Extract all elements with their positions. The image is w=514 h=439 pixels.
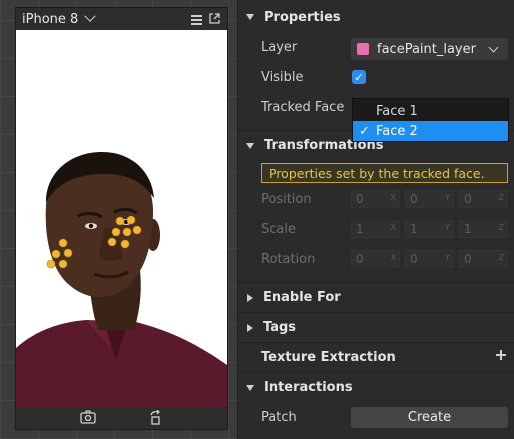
camera-preview bbox=[16, 30, 227, 408]
position-x-field: 0X bbox=[351, 190, 400, 208]
section-header-properties[interactable]: Properties bbox=[238, 2, 514, 32]
checkmark-icon: ✓ bbox=[359, 123, 370, 139]
property-row-layer: Layer facePaint_layer bbox=[238, 32, 514, 62]
simulator-footer bbox=[16, 407, 227, 429]
layer-label: Layer bbox=[261, 39, 298, 55]
field-value: 0 bbox=[356, 252, 364, 266]
field-value: 1 bbox=[410, 222, 418, 236]
axis-label: Y bbox=[445, 223, 450, 232]
scale-z-field: 1Z bbox=[459, 220, 508, 238]
layer-color-swatch bbox=[357, 43, 369, 55]
hamburger-menu-icon[interactable] bbox=[191, 15, 202, 25]
collapse-triangle-icon[interactable] bbox=[246, 142, 254, 149]
axis-label: Z bbox=[498, 193, 504, 202]
section-title: Properties bbox=[264, 9, 341, 25]
property-row-scale: Scale 1X 1Y 1Z bbox=[238, 214, 514, 244]
field-value: 1 bbox=[464, 222, 472, 236]
field-value: 0 bbox=[464, 252, 472, 266]
field-value: 0 bbox=[410, 192, 418, 206]
field-value: 0 bbox=[356, 192, 364, 206]
position-label: Position bbox=[261, 191, 312, 207]
popout-icon[interactable] bbox=[209, 13, 220, 24]
layer-dropdown[interactable]: facePaint_layer bbox=[351, 38, 508, 60]
inspector-panel: Properties Layer facePaint_layer Visible… bbox=[238, 0, 514, 439]
rotation-y-field: 0Y bbox=[405, 250, 454, 268]
menu-item-face-2[interactable]: ✓ Face 2 bbox=[353, 121, 508, 141]
field-value: 1 bbox=[356, 222, 364, 236]
scale-y-field: 1Y bbox=[405, 220, 454, 238]
visible-checkbox[interactable]: ✓ bbox=[352, 70, 366, 84]
collapse-triangle-icon[interactable] bbox=[246, 384, 254, 391]
chevron-down-icon bbox=[488, 42, 499, 53]
section-header-enable-for[interactable]: Enable For bbox=[238, 282, 514, 312]
plus-icon[interactable] bbox=[496, 350, 506, 360]
axis-label: X bbox=[390, 223, 396, 232]
property-row-patch: Patch Create bbox=[238, 402, 514, 432]
layer-value: facePaint_layer bbox=[377, 41, 476, 57]
patch-label: Patch bbox=[261, 409, 297, 425]
menu-item-face-1[interactable]: Face 1 bbox=[353, 101, 508, 121]
position-z-field: 0Z bbox=[459, 190, 508, 208]
chevron-down-icon[interactable] bbox=[84, 10, 96, 22]
expand-triangle-icon[interactable] bbox=[247, 293, 253, 302]
scale-x-field: 1X bbox=[351, 220, 400, 238]
axis-label: Y bbox=[445, 193, 450, 202]
rotation-label: Rotation bbox=[261, 251, 316, 267]
property-row-position: Position 0X 0Y 0Z bbox=[238, 184, 514, 214]
device-name[interactable]: iPhone 8 bbox=[22, 12, 78, 27]
scale-label: Scale bbox=[261, 221, 296, 237]
property-row-rotation: Rotation 0X 0Y 0Z bbox=[238, 244, 514, 274]
axis-label: X bbox=[390, 253, 396, 262]
section-title: Interactions bbox=[264, 380, 353, 395]
field-value: 0 bbox=[410, 252, 418, 266]
section-header-tags[interactable]: Tags bbox=[238, 312, 514, 342]
axis-label: Y bbox=[445, 253, 450, 262]
visible-label: Visible bbox=[261, 69, 304, 85]
property-row-visible: Visible ✓ bbox=[238, 62, 514, 92]
section-header-texture-extraction[interactable]: Texture Extraction bbox=[238, 342, 514, 372]
axis-label: Z bbox=[498, 253, 504, 262]
simulator-header: iPhone 8 bbox=[16, 8, 227, 30]
field-value: 0 bbox=[464, 192, 472, 206]
tracked-face-label: Tracked Face bbox=[261, 99, 345, 115]
section-header-interactions[interactable]: Interactions bbox=[238, 372, 514, 402]
section-title: Enable For bbox=[263, 290, 341, 305]
info-banner-text: Properties set by the tracked face. bbox=[269, 165, 485, 181]
camera-switch-icon[interactable] bbox=[80, 410, 96, 425]
axis-label: Z bbox=[498, 223, 504, 232]
axis-label: X bbox=[390, 193, 396, 202]
device-simulator: iPhone 8 bbox=[15, 7, 228, 430]
menu-item-label: Face 2 bbox=[376, 123, 418, 139]
collapse-triangle-icon[interactable] bbox=[246, 14, 254, 20]
create-patch-button[interactable]: Create bbox=[351, 407, 508, 428]
rotate-icon[interactable] bbox=[149, 410, 163, 425]
rotation-z-field: 0Z bbox=[459, 250, 508, 268]
info-banner: Properties set by the tracked face. bbox=[261, 163, 508, 183]
position-y-field: 0Y bbox=[405, 190, 454, 208]
rotation-x-field: 0X bbox=[351, 250, 400, 268]
section-title: Texture Extraction bbox=[261, 350, 396, 365]
expand-triangle-icon[interactable] bbox=[247, 323, 253, 332]
section-title: Tags bbox=[263, 320, 297, 335]
tracked-face-menu: Face 1 ✓ Face 2 bbox=[352, 98, 509, 142]
